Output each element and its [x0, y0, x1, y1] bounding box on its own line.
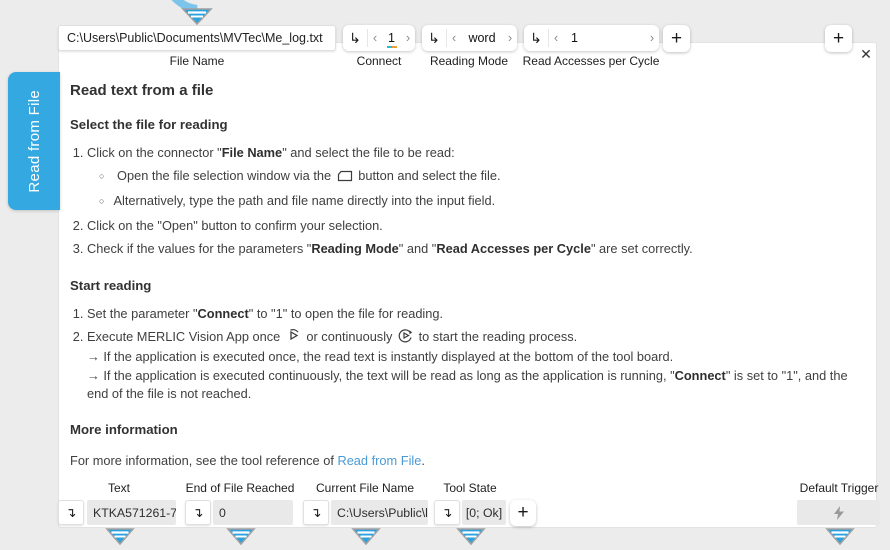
sub-bullets: Open the file selection window via the b…	[87, 164, 870, 214]
lightning-bolt-icon	[834, 506, 844, 520]
text-output-value: KTKA571261-7	[87, 500, 176, 525]
section-select-file: Select the file for reading	[70, 117, 870, 132]
step-text: " and "	[399, 241, 437, 256]
help-content: Read text from a file Select the file fo…	[70, 42, 870, 468]
step-text: to start the reading process.	[419, 329, 578, 344]
bullet-text: Open the file selection window via the	[117, 168, 331, 183]
current-file-output-label: Current File Name	[316, 481, 414, 495]
output-arrow-icon[interactable]: ↴	[58, 500, 84, 525]
output-arrow-icon[interactable]: ↴	[303, 500, 329, 525]
step-item: Check if the values for the parameters "…	[87, 237, 870, 260]
output-arrow-icon[interactable]: ↴	[185, 500, 211, 525]
step-text-bold: Read Accesses per Cycle	[436, 241, 591, 256]
tool-state-connector-arrow[interactable]	[456, 528, 486, 546]
eof-output-label: End of File Reached	[186, 481, 295, 495]
tool-state-output-label: Tool State	[443, 481, 496, 495]
sub-bullet-item: Open the file selection window via the b…	[99, 164, 870, 189]
step-item: Click on the "Open" button to confirm yo…	[87, 214, 870, 237]
result-note: → If the application is executed once, t…	[87, 348, 870, 367]
run-continuously-icon	[398, 328, 413, 343]
more-info-paragraph: For more information, see the tool refer…	[70, 453, 870, 468]
step-text: Check if the values for the parameters "	[87, 241, 311, 256]
step-text: " to "1" to open the file for reading.	[249, 306, 443, 321]
step-text-bold: File Name	[222, 145, 282, 160]
step-text-bold: Connect	[198, 306, 249, 321]
sub-bullet-item: Alternatively, type the path and file na…	[99, 189, 870, 214]
tab-label: Read from File	[26, 90, 43, 193]
add-output-button[interactable]: +	[510, 500, 536, 526]
doc-title: Read text from a file	[70, 82, 870, 99]
bullet-text: button and select the file.	[358, 168, 500, 183]
section-more-information: More information	[70, 422, 870, 437]
text-output-label: Text	[108, 481, 130, 495]
note-text: → If the application is executed continu…	[87, 368, 675, 383]
step-text: or continuously	[306, 329, 392, 344]
step-text: Set the parameter "	[87, 306, 198, 321]
tab-read-from-file[interactable]: Read from File	[8, 72, 60, 210]
step-item: Execute MERLIC Vision App once or contin…	[87, 325, 870, 404]
step-text: Execute MERLIC Vision App once	[87, 329, 280, 344]
file-dialog-icon	[337, 170, 353, 182]
more-info-text: For more information, see the tool refer…	[70, 453, 337, 468]
run-once-icon	[286, 328, 301, 343]
tool-board: Read from File File Name ↳ ‹ 1 › Connect…	[0, 0, 890, 550]
select-file-steps: Click on the connector "File Name" and s…	[70, 141, 870, 260]
output-arrow-icon[interactable]: ↴	[434, 500, 460, 525]
eof-connector-arrow[interactable]	[226, 528, 256, 546]
eof-output-value: 0	[213, 500, 293, 525]
section-start-reading: Start reading	[70, 278, 870, 293]
tool-state-output-value: [0; Ok]	[462, 500, 506, 525]
step-item: Set the parameter "Connect" to "1" to op…	[87, 302, 870, 325]
note-text-bold: Connect	[675, 368, 726, 383]
read-from-file-link[interactable]: Read from File	[337, 453, 421, 468]
trigger-connector-arrow[interactable]	[825, 528, 855, 546]
step-text: " are set correctly.	[591, 241, 693, 256]
current-file-output-value: C:\Users\Public\l	[331, 500, 428, 525]
file-name-connector-arrow[interactable]	[167, 0, 229, 27]
more-info-text: .	[421, 453, 425, 468]
step-text: Click on the connector "	[87, 145, 222, 160]
current-file-connector-arrow[interactable]	[351, 528, 381, 546]
result-note: → If the application is executed continu…	[87, 367, 870, 404]
default-trigger-label: Default Trigger	[800, 481, 879, 495]
step-text: " and select the file to be read:	[282, 145, 454, 160]
start-reading-steps: Set the parameter "Connect" to "1" to op…	[70, 302, 870, 404]
step-item: Click on the connector "File Name" and s…	[87, 141, 870, 214]
default-trigger-button[interactable]	[797, 500, 880, 525]
step-text-bold: Reading Mode	[311, 241, 398, 256]
text-connector-arrow[interactable]	[105, 528, 135, 546]
